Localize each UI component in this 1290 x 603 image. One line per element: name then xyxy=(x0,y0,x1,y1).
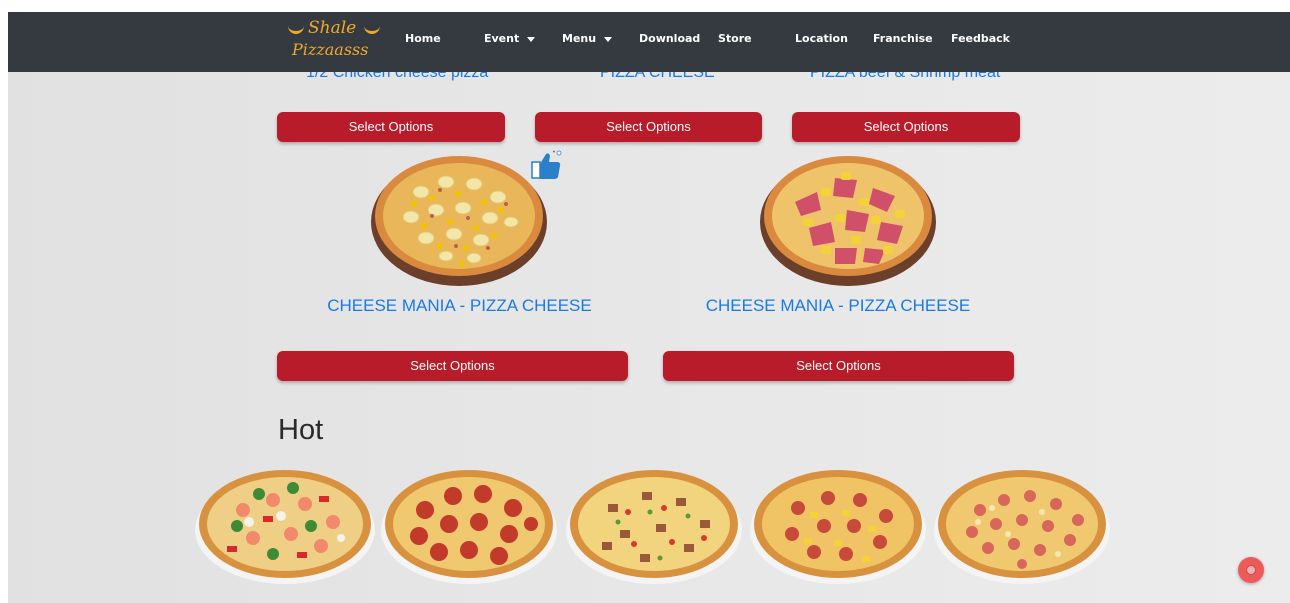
product-title-cheese-mania-2[interactable]: CHEESE MANIA - PIZZA CHEESE xyxy=(663,296,1013,316)
floating-chat-button[interactable] xyxy=(1238,557,1264,583)
brand-logo[interactable]: Shale Pizzaasss xyxy=(286,16,386,66)
select-options-button[interactable]: Select Options xyxy=(535,112,762,142)
nav-event[interactable]: Event xyxy=(484,32,536,45)
nav-franchise[interactable]: Franchise xyxy=(873,32,933,45)
top-navbar: Shale Pizzaasss Home Event Menu Download… xyxy=(8,12,1290,72)
hot-pizza-sausage[interactable] xyxy=(748,464,928,586)
pizza-image-cheese-mania-egg[interactable] xyxy=(366,152,552,288)
thumbs-up-icon xyxy=(531,150,562,179)
select-options-button[interactable]: Select Options xyxy=(792,112,1020,142)
chevron-down-icon xyxy=(604,36,613,42)
nav-menu-label: Menu xyxy=(562,32,597,45)
logo-text-line1: Shale xyxy=(308,18,357,38)
select-options-button[interactable]: Select Options xyxy=(277,112,505,142)
pizza-image-cheese-mania-hawaiian[interactable] xyxy=(755,152,941,288)
chevron-down-icon xyxy=(527,36,536,42)
logo-swirl-right-icon xyxy=(364,22,380,34)
chat-dot-icon xyxy=(1246,565,1256,575)
nav-feedback[interactable]: Feedback xyxy=(951,32,1010,45)
page-frame: 1/2 Chicken cheese pizza PIZZA CHEESE PI… xyxy=(8,12,1290,603)
hot-pizza-ham[interactable] xyxy=(932,464,1112,586)
hot-pizza-pepperoni[interactable] xyxy=(379,464,559,586)
nav-store[interactable]: Store xyxy=(718,32,752,45)
nav-download[interactable]: Download xyxy=(639,32,700,45)
select-options-button[interactable]: Select Options xyxy=(277,351,628,381)
product-title-cheese-mania-1[interactable]: CHEESE MANIA - PIZZA CHEESE xyxy=(277,296,642,316)
nav-event-label: Event xyxy=(484,32,520,45)
select-options-button[interactable]: Select Options xyxy=(663,351,1014,381)
hot-pizza-meat[interactable] xyxy=(564,464,744,586)
section-title-hot: Hot xyxy=(278,414,324,446)
nav-menu[interactable]: Menu xyxy=(562,32,613,45)
logo-swirl-left-icon xyxy=(288,22,304,34)
hot-pizza-seafood[interactable] xyxy=(193,464,377,586)
nav-location[interactable]: Location xyxy=(795,32,848,45)
nav-home[interactable]: Home xyxy=(405,32,441,45)
logo-text-line2: Pizzaasss xyxy=(292,40,369,59)
